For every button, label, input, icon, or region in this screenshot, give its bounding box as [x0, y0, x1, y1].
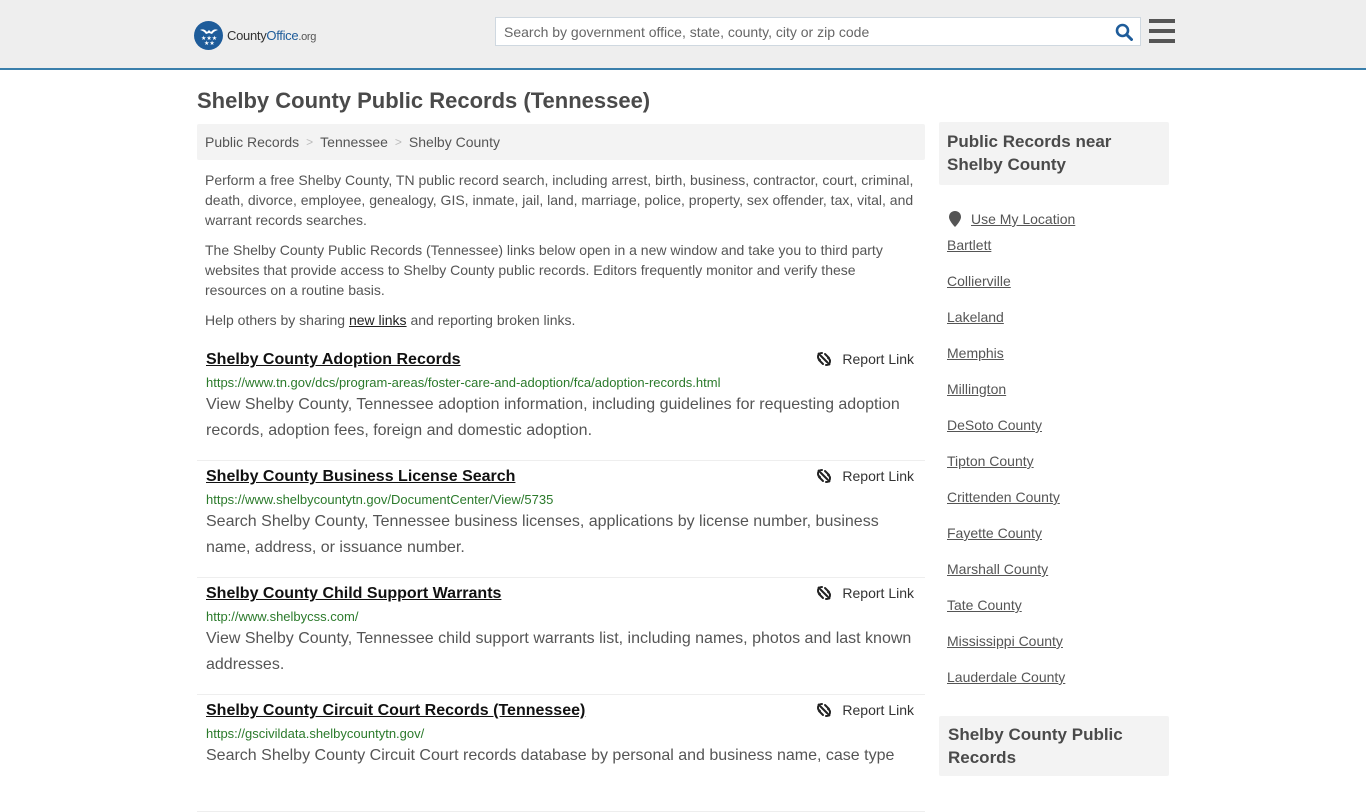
hamburger-menu-icon[interactable] — [1149, 19, 1175, 43]
sidebar: Public Records near Shelby County Use My… — [939, 122, 1169, 705]
result-item: Shelby County Business License Search Re… — [197, 461, 925, 578]
sidebar-item-fayette-county: Fayette County — [947, 525, 1042, 541]
broken-link-icon — [817, 352, 832, 366]
intro-paragraph-3: Help others by sharing new links and rep… — [205, 312, 576, 328]
sidebar-item-millington: Millington — [947, 381, 1007, 397]
report-link-button[interactable]: Report Link — [816, 585, 914, 601]
use-my-location: Use My Location — [947, 201, 1169, 237]
broken-link-icon — [817, 586, 832, 600]
breadcrumb-shelby-county[interactable]: Shelby County — [409, 134, 500, 150]
broken-link-icon — [817, 703, 832, 717]
report-link-button[interactable]: Report Link — [816, 702, 914, 718]
result-title-link[interactable]: Shelby County Child Support Warrants — [206, 584, 501, 604]
intro-paragraph-2: The Shelby County Public Records (Tennes… — [205, 242, 883, 298]
report-link-button[interactable]: Report Link — [816, 351, 914, 367]
logo-text: CountyOffice.org — [227, 27, 317, 43]
results-list: Shelby County Adoption Records Report Li… — [197, 344, 925, 812]
result-url: https://gscivildata.shelbycountytn.gov/ — [206, 726, 425, 741]
breadcrumb-separator: > — [306, 135, 314, 149]
result-description: Search Shelby County Circuit Court recor… — [206, 747, 895, 764]
result-item: Shelby County Adoption Records Report Li… — [197, 344, 925, 461]
site-header: ★★★ ★★ CountyOffice.org — [0, 0, 1366, 70]
sidebar-item-marshall-county: Marshall County — [947, 561, 1049, 577]
svg-text:★★: ★★ — [204, 40, 215, 46]
result-title-link[interactable]: Shelby County Business License Search — [206, 467, 515, 487]
search-icon — [1115, 23, 1133, 41]
use-my-location-link[interactable]: Use My Location — [971, 211, 1075, 227]
sidebar-heading-public-records: Shelby County Public Records — [939, 716, 1169, 776]
result-url: https://www.tn.gov/dcs/program-areas/fos… — [206, 375, 721, 390]
sidebar-item-tipton-county: Tipton County — [947, 453, 1034, 469]
sidebar-item-tate-county: Tate County — [947, 597, 1022, 613]
nearby-list: Use My Location Bartlett Collierville La… — [939, 201, 1169, 705]
sidebar-item-mississippi-county: Mississippi County — [947, 633, 1063, 649]
sidebar-heading: Public Records near Shelby County — [939, 122, 1169, 185]
search-input[interactable] — [496, 18, 1108, 45]
result-description: View Shelby County, Tennessee child supp… — [206, 630, 912, 673]
page-title: Shelby County Public Records (Tennessee) — [197, 88, 651, 113]
sidebar-item-collierville: Collierville — [947, 273, 1011, 289]
site-logo[interactable]: ★★★ ★★ CountyOffice.org — [194, 20, 316, 50]
map-pin-icon — [949, 211, 961, 227]
eagle-stars-logo-icon: ★★★ ★★ — [194, 20, 223, 50]
result-description: View Shelby County, Tennessee adoption i… — [206, 396, 900, 439]
new-links-link[interactable]: new links — [349, 312, 407, 328]
broken-link-icon — [817, 469, 832, 483]
sidebar-item-lauderdale-county: Lauderdale County — [947, 669, 1066, 685]
result-title-link[interactable]: Shelby County Circuit Court Records (Ten… — [206, 701, 585, 721]
breadcrumb: Public Records > Tennessee > Shelby Coun… — [197, 124, 925, 160]
search-bar — [495, 17, 1141, 46]
sidebar-item-lakeland: Lakeland — [947, 309, 1004, 325]
breadcrumb-tennessee[interactable]: Tennessee — [320, 134, 388, 150]
result-url: https://www.shelbycountytn.gov/DocumentC… — [206, 492, 554, 507]
breadcrumb-public-records[interactable]: Public Records — [205, 134, 299, 150]
breadcrumb-separator: > — [394, 135, 402, 149]
result-url: http://www.shelbycss.com/ — [206, 609, 359, 624]
sidebar-item-memphis: Memphis — [947, 345, 1004, 361]
result-item: Shelby County Circuit Court Records (Ten… — [197, 695, 925, 812]
intro-paragraph-1: Perform a free Shelby County, TN public … — [205, 172, 914, 228]
intro-text: Perform a free Shelby County, TN public … — [205, 170, 920, 340]
report-link-button[interactable]: Report Link — [816, 468, 914, 484]
result-item: Shelby County Child Support Warrants Rep… — [197, 578, 925, 695]
sidebar-item-desoto-county: DeSoto County — [947, 417, 1042, 433]
sidebar-item-crittenden-county: Crittenden County — [947, 489, 1060, 505]
result-description: Search Shelby County, Tennessee business… — [206, 513, 879, 556]
result-title-link[interactable]: Shelby County Adoption Records — [206, 350, 461, 370]
sidebar-item-bartlett: Bartlett — [947, 237, 992, 253]
search-button[interactable] — [1108, 18, 1140, 45]
